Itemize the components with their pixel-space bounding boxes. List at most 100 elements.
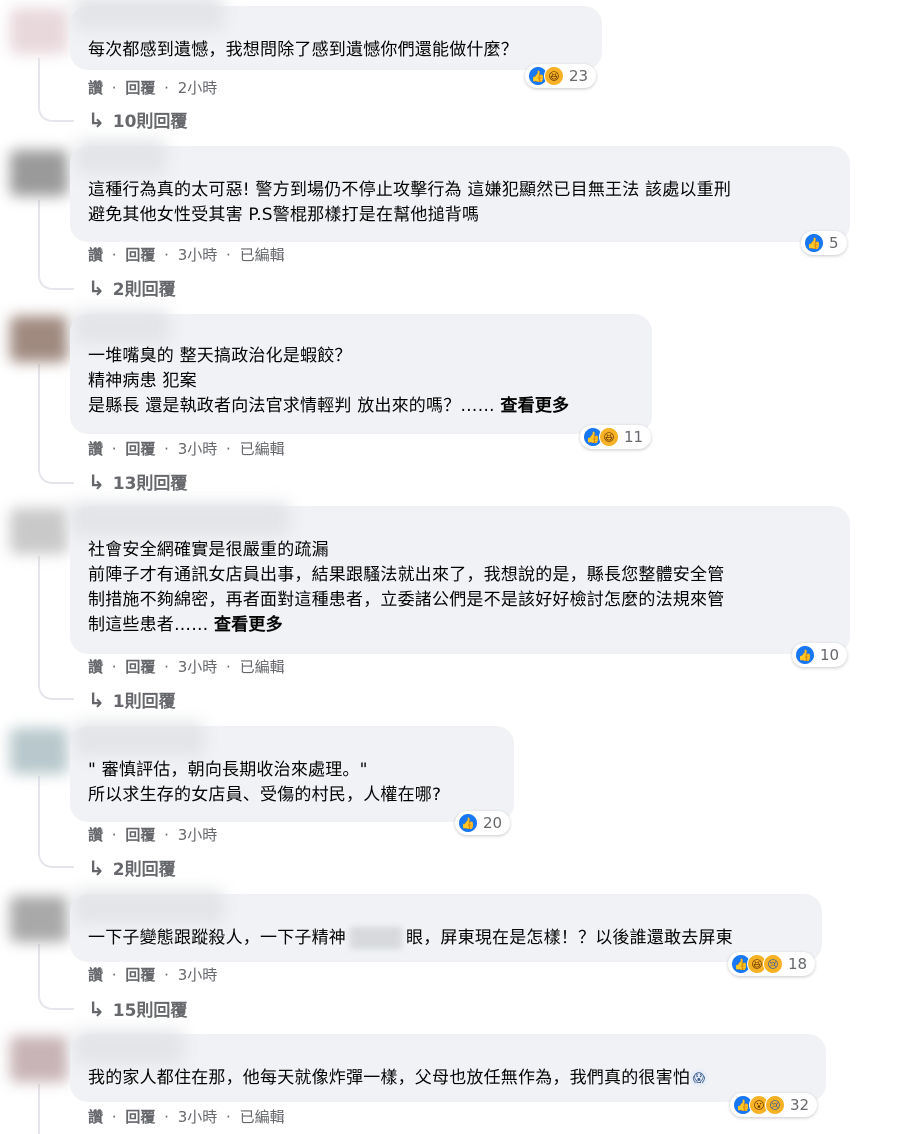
- commenter-name[interactable]: [74, 310, 170, 344]
- avatar[interactable]: [10, 896, 68, 942]
- reaction-count: 10: [820, 646, 840, 664]
- reaction-count: 18: [788, 955, 808, 973]
- replies-count: 13則回覆: [112, 474, 188, 494]
- thread-line: [38, 776, 40, 854]
- timestamp[interactable]: 3小時: [178, 658, 218, 676]
- commenter-name[interactable]: [76, 140, 166, 174]
- reply-arrow-icon: ↳: [88, 687, 105, 712]
- commenter-name[interactable]: [70, 502, 290, 536]
- timestamp[interactable]: 2小時: [178, 79, 218, 97]
- comment-text: 這種行為真的太可惡! 警方到場仍不停止攻擊行為 這嫌犯顯然已目無王法 該處以重刑…: [88, 180, 732, 225]
- reaction-summary[interactable]: 👍 😆 😢 18: [728, 952, 816, 976]
- like-button[interactable]: 讚: [88, 1108, 103, 1126]
- avatar[interactable]: [10, 150, 68, 196]
- timestamp[interactable]: 3小時: [178, 246, 218, 264]
- see-more-link[interactable]: 查看更多: [214, 615, 283, 635]
- reply-button[interactable]: 回覆: [125, 79, 155, 97]
- comment-bubble: " 審慎評估，朝向長期收治來處理。" 所以求生存的女店員、受傷的村民，人權在哪?: [70, 722, 514, 822]
- reaction-count: 32: [790, 1096, 810, 1114]
- reply-connector: [38, 268, 74, 290]
- view-replies-link[interactable]: ↳ 10則回覆: [88, 107, 188, 133]
- reply-connector: [38, 846, 74, 868]
- thread-line: [38, 364, 40, 470]
- comment-meta: 讚 · 回覆 · 3小時: [88, 826, 218, 844]
- avatar[interactable]: [10, 728, 68, 774]
- like-button[interactable]: 讚: [88, 440, 103, 458]
- like-icon: 👍: [804, 233, 824, 253]
- replies-count: 15則回覆: [112, 1001, 188, 1021]
- commenter-name[interactable]: [74, 890, 224, 924]
- view-replies-link[interactable]: ↳ 2則回覆: [88, 275, 176, 301]
- comment-bubble: 我的家人都住在那，他每天就像炸彈一樣，父母也放任無作為，我們真的很害怕 😱: [70, 1030, 826, 1102]
- reaction-summary[interactable]: 👍 😮 😢 32: [730, 1093, 818, 1117]
- like-button[interactable]: 讚: [88, 826, 103, 844]
- scream-emoji-icon: 😱: [690, 1069, 708, 1087]
- comment-text: 一堆嘴臭的 整天搞政治化是蝦餃？ 精神病患 犯案 是縣長 還是執政者向法官求情輕…: [88, 346, 570, 416]
- haha-icon: 😆: [544, 66, 564, 86]
- reaction-count: 20: [483, 814, 503, 832]
- replies-count: 1則回覆: [112, 692, 176, 712]
- comment-text: " 審慎評估，朝向長期收治來處理。" 所以求生存的女店員、受傷的村民，人權在哪?: [88, 760, 442, 805]
- thread-line: [38, 1084, 40, 1134]
- comment-bubble: 每次都感到遺憾，我想問除了感到遺憾你們還能做什麼？: [70, 0, 602, 70]
- reply-button[interactable]: 回覆: [125, 966, 155, 984]
- like-icon: 👍: [795, 645, 815, 665]
- comment-bubble: 社會安全網確實是很嚴重的疏漏 前陣子才有通訊女店員出事，結果跟騷法就出來了，我想…: [70, 502, 850, 654]
- timestamp[interactable]: 3小時: [178, 440, 218, 458]
- haha-icon: 😆: [599, 427, 619, 447]
- commenter-name[interactable]: [74, 0, 224, 30]
- replies-count: 10則回覆: [112, 112, 188, 132]
- reaction-summary[interactable]: 👍 20: [455, 811, 511, 835]
- edited-label: 已編輯: [239, 1108, 285, 1126]
- edited-label: 已編輯: [239, 658, 285, 676]
- like-icon: 👍: [458, 813, 478, 833]
- reply-arrow-icon: ↳: [88, 996, 105, 1021]
- timestamp[interactable]: 3小時: [178, 1108, 218, 1126]
- like-button[interactable]: 讚: [88, 246, 103, 264]
- reaction-summary[interactable]: 👍 5: [801, 231, 847, 255]
- reply-button[interactable]: 回覆: [125, 246, 155, 264]
- view-replies-link[interactable]: ↳ 15則回覆: [88, 996, 188, 1022]
- view-replies-link[interactable]: ↳ 13則回覆: [88, 469, 188, 495]
- comment-text: 社會安全網確實是很嚴重的疏漏 前陣子才有通訊女店員出事，結果跟騷法就出來了，我想…: [88, 540, 725, 635]
- sad-icon: 😢: [765, 1095, 785, 1115]
- reaction-count: 5: [829, 234, 839, 252]
- like-button[interactable]: 讚: [88, 658, 103, 676]
- comment-meta: 讚 · 回覆 · 3小時 · 已編輯: [88, 658, 285, 676]
- commenter-name[interactable]: [74, 722, 204, 756]
- reply-button[interactable]: 回覆: [125, 440, 155, 458]
- timestamp[interactable]: 3小時: [178, 826, 218, 844]
- avatar[interactable]: [10, 508, 68, 554]
- comment-bubble: 一堆嘴臭的 整天搞政治化是蝦餃？ 精神病患 犯案 是縣長 還是執政者向法官求情輕…: [70, 310, 652, 434]
- comment-meta: 讚 · 回覆 · 2小時: [88, 79, 218, 97]
- comment-text: 每次都感到遺憾，我想問除了感到遺憾你們還能做什麼？: [88, 40, 518, 60]
- reply-button[interactable]: 回覆: [125, 1108, 155, 1126]
- comment-bubble: 這種行為真的太可惡! 警方到場仍不停止攻擊行為 這嫌犯顯然已目無王法 該處以重刑…: [70, 140, 850, 242]
- comment-meta: 讚 · 回覆 · 3小時 · 已編輯: [88, 1108, 285, 1126]
- reply-button[interactable]: 回覆: [125, 826, 155, 844]
- timestamp[interactable]: 3小時: [178, 966, 218, 984]
- like-button[interactable]: 讚: [88, 966, 103, 984]
- commenter-name[interactable]: [74, 1030, 184, 1064]
- sad-icon: 😢: [763, 954, 783, 974]
- reaction-summary[interactable]: 👍 😆 11: [580, 425, 652, 449]
- avatar[interactable]: [10, 1036, 68, 1082]
- reply-arrow-icon: ↳: [88, 469, 105, 494]
- view-replies-link[interactable]: ↳ 1則回覆: [88, 687, 176, 713]
- view-replies-link[interactable]: ↳ 2則回覆: [88, 855, 176, 881]
- avatar[interactable]: [10, 316, 68, 362]
- edited-label: 已編輯: [239, 440, 285, 458]
- reaction-summary[interactable]: 👍 😆 23: [525, 64, 597, 88]
- comment-meta: 讚 · 回覆 · 3小時: [88, 966, 218, 984]
- reply-connector: [38, 988, 74, 1010]
- like-button[interactable]: 讚: [88, 79, 103, 97]
- reply-connector: [38, 462, 74, 484]
- redacted-text: [350, 927, 402, 949]
- replies-count: 2則回覆: [112, 280, 176, 300]
- reply-button[interactable]: 回覆: [125, 658, 155, 676]
- thread-line: [38, 556, 40, 686]
- reaction-summary[interactable]: 👍 10: [792, 643, 848, 667]
- avatar[interactable]: [10, 8, 68, 54]
- see-more-link[interactable]: 查看更多: [500, 396, 569, 416]
- reply-arrow-icon: ↳: [88, 275, 105, 300]
